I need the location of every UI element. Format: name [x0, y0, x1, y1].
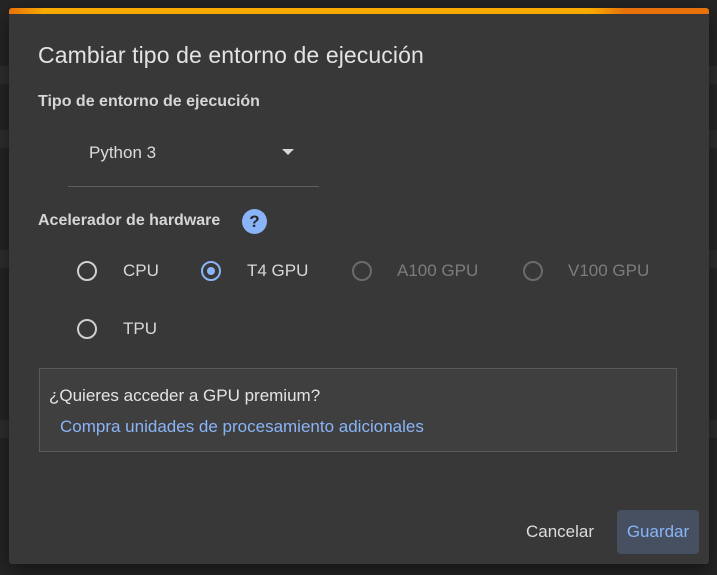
premium-gpu-box: ¿Quieres acceder a GPU premium? Compra u… — [39, 368, 677, 452]
chevron-down-icon — [282, 149, 294, 155]
radio-label: T4 GPU — [247, 261, 309, 280]
runtime-type-label: Tipo de entorno de ejecución — [38, 93, 260, 110]
cancel-button[interactable]: Cancelar — [517, 510, 603, 554]
radio-circle — [77, 319, 97, 339]
buy-compute-units-link[interactable]: Compra unidades de procesamiento adicion… — [60, 417, 424, 437]
runtime-type-select[interactable]: Python 3 — [68, 134, 319, 187]
runtime-type-dialog: Cambiar tipo de entorno de ejecución Tip… — [9, 8, 709, 564]
radio-circle-selected — [201, 261, 221, 281]
save-button[interactable]: Guardar — [617, 510, 699, 554]
radio-circle-disabled — [523, 261, 543, 281]
dialog-top-accent-bar — [9, 8, 709, 14]
radio-label: TPU — [123, 319, 157, 338]
radio-circle — [77, 261, 97, 281]
radio-label: A100 GPU — [397, 261, 479, 280]
help-icon[interactable]: ? — [242, 209, 267, 234]
radio-label: V100 GPU — [568, 261, 650, 280]
dialog-title: Cambiar tipo de entorno de ejecución — [38, 42, 424, 68]
radio-circle-disabled — [352, 261, 372, 281]
hardware-accelerator-label: Acelerador de hardware — [38, 212, 221, 229]
premium-gpu-question: ¿Quieres acceder a GPU premium? — [49, 386, 321, 405]
runtime-type-select-value: Python 3 — [89, 143, 157, 162]
radio-label: CPU — [123, 261, 159, 280]
